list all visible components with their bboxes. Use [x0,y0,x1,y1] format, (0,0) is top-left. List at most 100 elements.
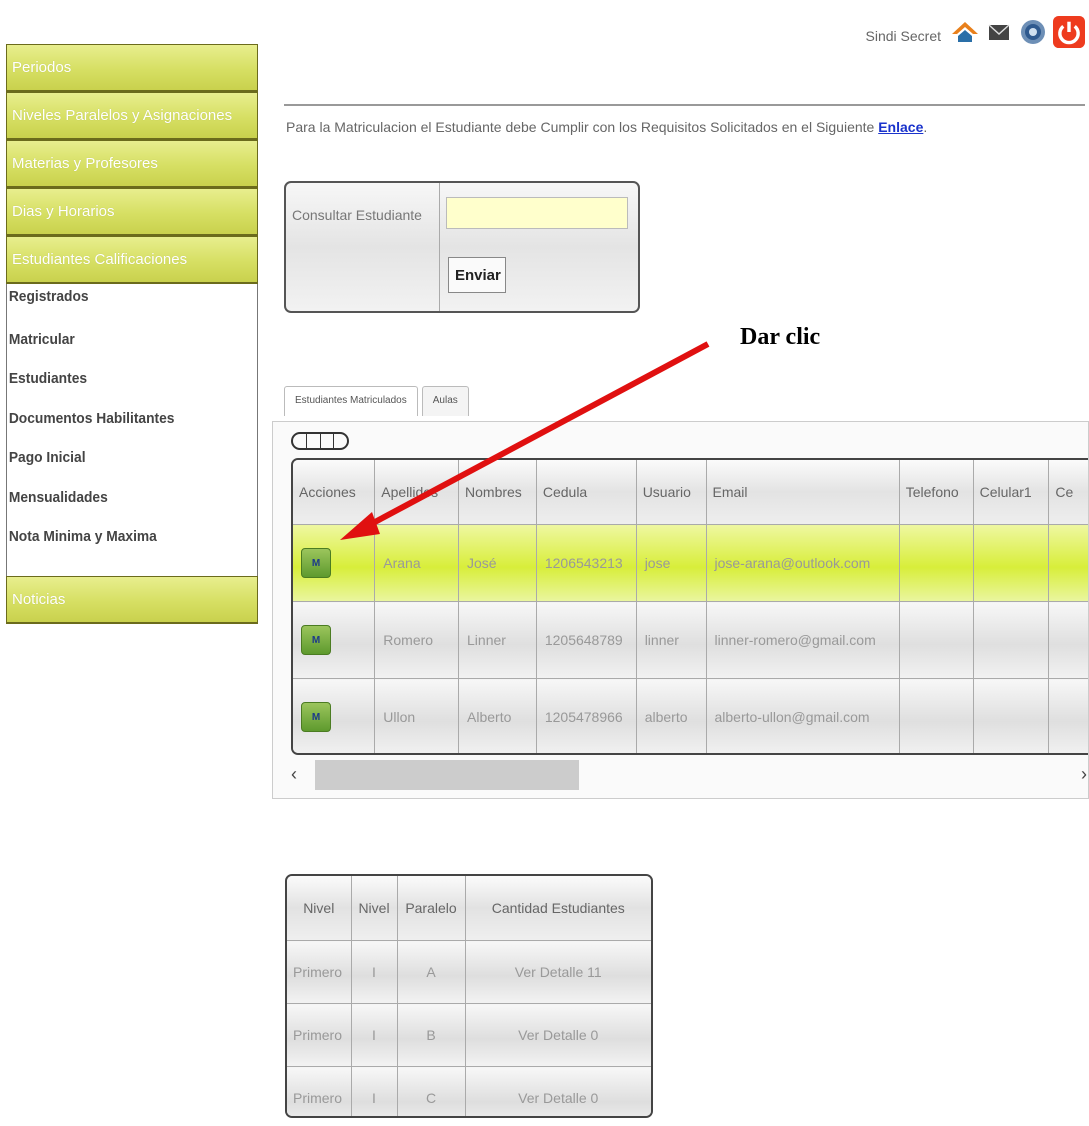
cell-nivel: Primero [287,1003,352,1067]
cell-email: jose-arana@outlook.com [706,524,900,602]
col-usuario[interactable]: Usuario [636,460,707,525]
students-panel: Acciones Apellidos Nombres Cedula Usuari… [272,421,1089,799]
horizontal-scrollbar[interactable]: ‹ › [291,758,1087,790]
col-cedula[interactable]: Cedula [536,460,637,525]
home-icon[interactable] [951,18,979,46]
cell-usuario: jose [636,524,707,602]
matricular-button[interactable]: M [301,702,331,732]
cell-ce [1048,678,1088,753]
cell-nivel-2: I [351,940,398,1004]
menu-periodos[interactable]: Periodos [6,44,258,92]
power-icon[interactable] [1053,16,1085,48]
submenu: Registrados Matricular Estudiantes Docum… [6,284,258,576]
action-cell: M [293,601,376,679]
detail-link[interactable]: Ver Detalle 11 [465,940,651,1004]
action-cell: M [293,524,376,602]
submenu-item-estudiantes[interactable]: Estudiantes [7,363,237,403]
cell-cedula: 1205478966 [536,678,637,753]
cell-nivel: Primero [287,1066,352,1116]
col-email[interactable]: Email [706,460,900,525]
submenu-item-pago-inicial[interactable]: Pago Inicial [7,442,237,482]
cell-telefono [899,678,974,753]
col-acciones[interactable]: Acciones [293,460,376,525]
matricular-button[interactable]: M [301,548,331,578]
cell-ce [1048,524,1088,602]
cell-telefono [899,601,974,679]
col-paralelo[interactable]: Paralelo [397,876,466,941]
student-search-input[interactable] [446,197,628,229]
cell-apellidos: Arana [374,524,460,602]
submenu-item-documentos[interactable]: Documentos Habilitantes [7,403,237,443]
table-row[interactable]: M Arana José 1206543213 jose jose-arana@… [293,524,1088,602]
col-apellidos[interactable]: Apellidos [374,460,460,525]
table-row[interactable]: M Romero Linner 1205648789 linner linner… [293,601,1088,679]
cell-nivel-2: I [351,1003,398,1067]
send-button[interactable]: Enviar [448,257,506,293]
levels-table: Nivel Nivel Paralelo Cantidad Estudiante… [287,876,651,1116]
table-row: Primero I C Ver Detalle 0 [287,1066,651,1116]
scroll-right-icon[interactable]: › [1081,764,1087,785]
query-label: Consultar Estudiante [286,183,440,311]
col-cantidad[interactable]: Cantidad Estudiantes [465,876,651,941]
cell-apellidos: Ullon [374,678,460,753]
scroll-left-icon[interactable]: ‹ [291,764,297,785]
col-nivel[interactable]: Nivel [287,876,352,941]
detail-link[interactable]: Ver Detalle 0 [465,1003,651,1067]
detail-link[interactable]: Ver Detalle 0 [465,1066,651,1116]
cell-email: alberto-ullon@gmail.com [706,678,900,753]
menu-materias[interactable]: Materias y Profesores [6,140,258,188]
requirements-notice: Para la Matriculacion el Estudiante debe… [286,119,927,135]
student-query-form: Consultar Estudiante Enviar [284,181,640,313]
table-header: Acciones Apellidos Nombres Cedula Usuari… [293,460,1088,525]
cell-celular1 [973,524,1050,602]
col-telefono[interactable]: Telefono [899,460,974,525]
username: Sindi Secret [865,28,941,44]
col-celular1[interactable]: Celular1 [973,460,1050,525]
students-grid: Acciones Apellidos Nombres Cedula Usuari… [291,458,1088,755]
cell-usuario: alberto [636,678,707,753]
settings-icon[interactable] [1019,18,1047,46]
menu-dias[interactable]: Dias y Horarios [6,188,258,236]
submenu-item-nota[interactable]: Nota Minima y Maxima [7,521,237,561]
cell-nivel-2: I [351,1066,398,1116]
requirements-link[interactable]: Enlace [878,119,923,135]
topbar: Sindi Secret [866,16,1085,48]
cell-usuario: linner [636,601,707,679]
cell-nombres: José [458,524,537,602]
cell-ce [1048,601,1088,679]
table-row: Primero I B Ver Detalle 0 [287,1003,651,1067]
notice-end: . [923,119,928,135]
table-header: Nivel Nivel Paralelo Cantidad Estudiante… [287,876,651,941]
menu-noticias[interactable]: Noticias [6,576,258,624]
scroll-thumb[interactable] [315,760,579,790]
cell-email: linner-romero@gmail.com [706,601,900,679]
column-toggle[interactable] [291,432,349,450]
submenu-item-mensualidades[interactable]: Mensualidades [7,482,237,522]
cell-apellidos: Romero [374,601,460,679]
submenu-item-matricular[interactable]: Matricular [7,324,237,364]
col-nombres[interactable]: Nombres [458,460,537,525]
cell-telefono [899,524,974,602]
table-row: Primero I A Ver Detalle 11 [287,940,651,1004]
table-row[interactable]: M Ullon Alberto 1205478966 alberto alber… [293,678,1088,753]
cell-cedula: 1206543213 [536,524,637,602]
col-nivel-2[interactable]: Nivel [351,876,398,941]
tab-aulas[interactable]: Aulas [421,386,469,416]
tab-bar: Estudiantes Matriculados Aulas [284,386,473,416]
cell-paralelo: A [397,940,466,1004]
students-table: Acciones Apellidos Nombres Cedula Usuari… [293,460,1088,753]
mail-icon[interactable] [985,18,1013,46]
matricular-button[interactable]: M [301,625,331,655]
cell-nivel: Primero [287,940,352,1004]
menu-estudiantes[interactable]: Estudiantes Calificaciones [6,236,258,284]
cell-paralelo: C [397,1066,466,1116]
cell-celular1 [973,678,1050,753]
levels-summary: Nivel Nivel Paralelo Cantidad Estudiante… [285,874,653,1118]
menu-niveles[interactable]: Niveles Paralelos y Asignaciones [6,92,258,140]
cell-nombres: Alberto [458,678,537,753]
notice-text: Para la Matriculacion el Estudiante debe… [286,119,879,135]
tab-estudiantes-matriculados[interactable]: Estudiantes Matriculados [284,386,418,416]
col-ce[interactable]: Ce [1048,460,1088,525]
submenu-item-registrados[interactable]: Registrados [7,284,237,324]
annotation-text: Dar clic [740,324,821,350]
